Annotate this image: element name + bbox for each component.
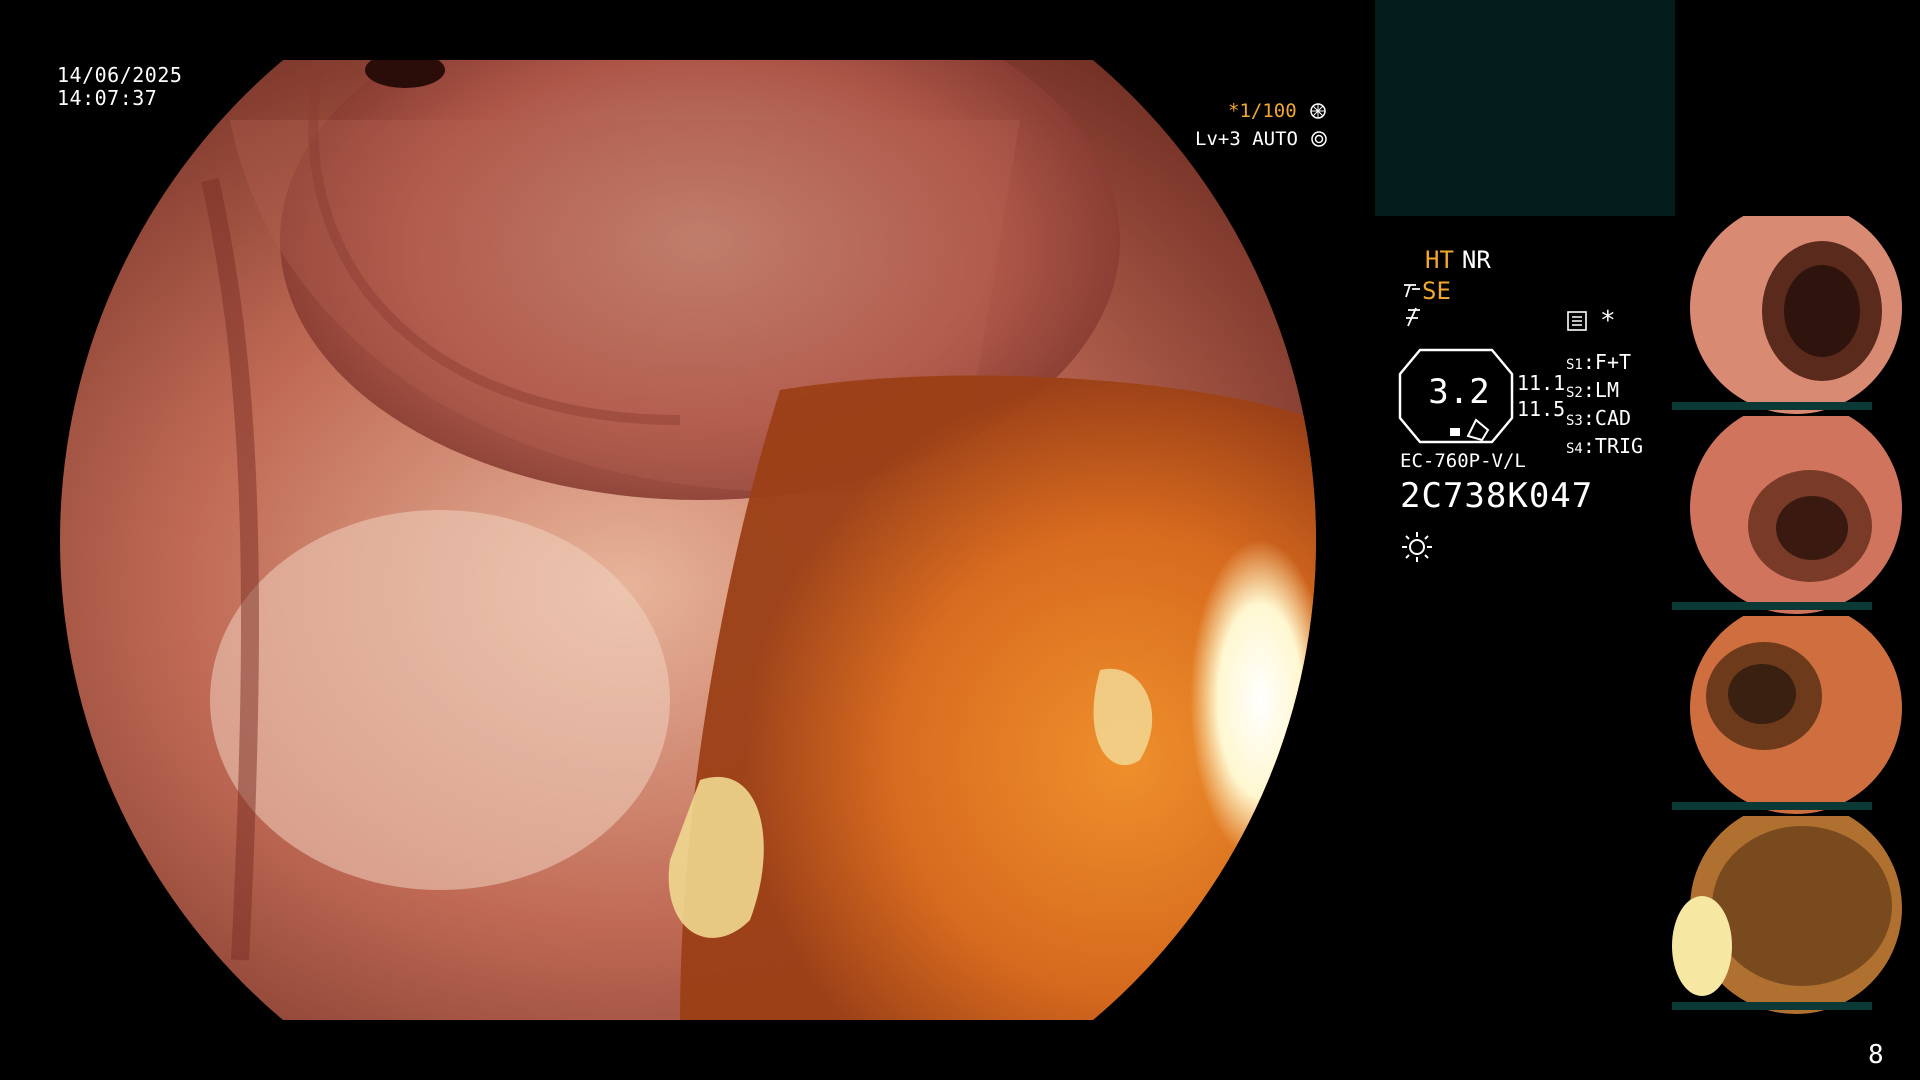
zoom-value: 3.2 [1428, 372, 1490, 412]
thumbnail-1[interactable] [1672, 216, 1920, 414]
freeze-icon [1404, 306, 1422, 334]
date-text: 14/06/2025 [57, 63, 183, 87]
switch-2: S2:LM [1566, 378, 1619, 402]
level-text: Lv+3 AUTO [1195, 128, 1298, 150]
thumbnail-4[interactable] [1672, 816, 1920, 1014]
ht-nr-indicator: HT NR [1425, 246, 1491, 274]
shutter-icon [1310, 103, 1326, 119]
level-readout: Lv+3 AUTO [1195, 128, 1328, 150]
auto-icon [1311, 131, 1328, 147]
se-indicator: SE [1402, 277, 1451, 305]
value-2: 11.5 [1517, 397, 1566, 421]
switch-1: S1:F+T [1566, 350, 1632, 374]
shutter-readout: *1/100 [1228, 100, 1326, 122]
structure-icon [1404, 284, 1420, 298]
date-time-readout: 14/06/2025 14:07:37 [57, 64, 182, 110]
info-panel-header [1375, 0, 1675, 216]
star-indicator: * [1600, 306, 1616, 336]
thumbnail-3[interactable] [1672, 616, 1920, 814]
shutter-text: *1/100 [1228, 100, 1297, 122]
endoscope-view [60, 60, 1316, 1020]
page-number: 8 [1868, 1040, 1884, 1070]
nr-label: NR [1461, 246, 1491, 274]
scope-serial: 2C738K047 [1400, 476, 1594, 516]
switch-3: S3:CAD [1566, 406, 1632, 430]
ht-label: HT [1425, 246, 1454, 274]
scope-model: EC-760P-V/L [1400, 450, 1526, 472]
memo-icon [1567, 311, 1587, 331]
measurement-values: 11.1 11.5 [1517, 370, 1565, 422]
se-label: SE [1422, 277, 1451, 305]
switch-4: S4:TRIG [1566, 434, 1644, 458]
brightness-icon [1402, 532, 1432, 562]
value-1: 11.1 [1517, 371, 1566, 395]
switch-assignments: S1:F+T S2:LM S3:CAD S4:TRIG [1566, 350, 1643, 462]
time-text: 14:07:37 [57, 86, 158, 110]
thumbnail-2[interactable] [1672, 416, 1920, 614]
